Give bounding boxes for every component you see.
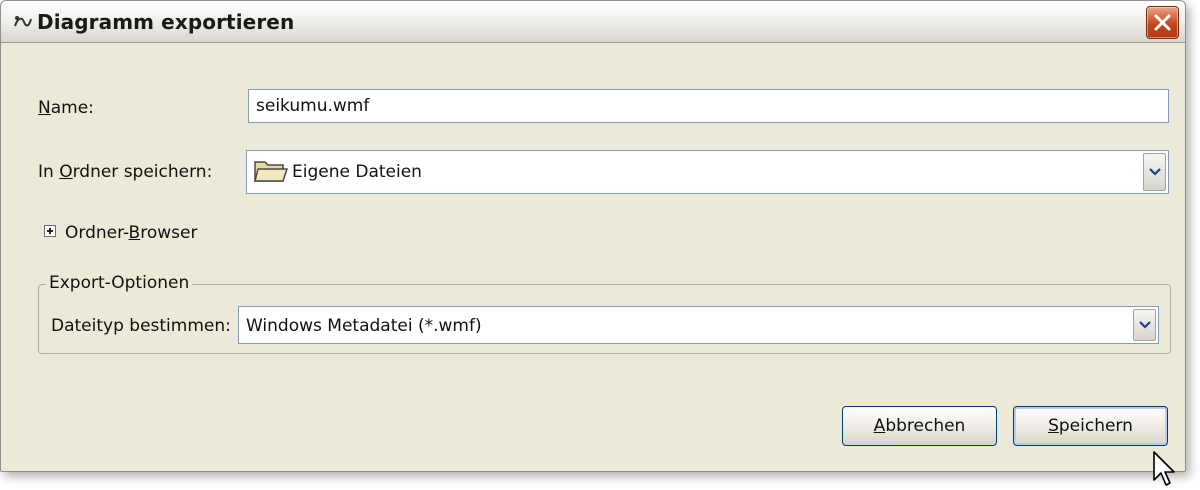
- cancel-button[interactable]: Abbrechen: [842, 406, 997, 446]
- folder-label: In Ordner speichern:: [38, 162, 213, 182]
- save-button[interactable]: Speichern: [1013, 406, 1168, 446]
- close-button[interactable]: [1146, 6, 1179, 39]
- filetype-value: Windows Metadatei (*.wmf): [246, 316, 482, 336]
- expand-icon[interactable]: [44, 225, 56, 237]
- filetype-dropdown-button[interactable]: [1133, 309, 1156, 341]
- folder-select[interactable]: Eigene Dateien: [246, 150, 1169, 194]
- export-dialog: Diagramm exportieren Name: seikumu.wmf I…: [0, 0, 1186, 472]
- mouse-cursor-icon: [1153, 451, 1175, 486]
- app-icon: [14, 16, 32, 27]
- chevron-down-icon: [1139, 321, 1151, 329]
- close-icon: [1154, 14, 1171, 31]
- name-label: Name:: [38, 98, 94, 118]
- dialog-title: Diagramm exportieren: [37, 10, 295, 34]
- filetype-select[interactable]: Windows Metadatei (*.wmf): [238, 306, 1159, 344]
- folder-value: Eigene Dateien: [292, 162, 422, 182]
- name-input[interactable]: seikumu.wmf: [248, 89, 1169, 123]
- folder-dropdown-button[interactable]: [1143, 153, 1166, 191]
- folder-browser-toggle[interactable]: Ordner-Browser: [65, 223, 197, 243]
- chevron-down-icon: [1149, 168, 1161, 176]
- filetype-label: Dateityp bestimmen:: [51, 316, 231, 336]
- name-value: seikumu.wmf: [256, 96, 370, 116]
- export-options-title: Export-Optionen: [46, 273, 193, 293]
- folder-icon: [254, 161, 289, 182]
- title-bar[interactable]: Diagramm exportieren: [1, 1, 1185, 43]
